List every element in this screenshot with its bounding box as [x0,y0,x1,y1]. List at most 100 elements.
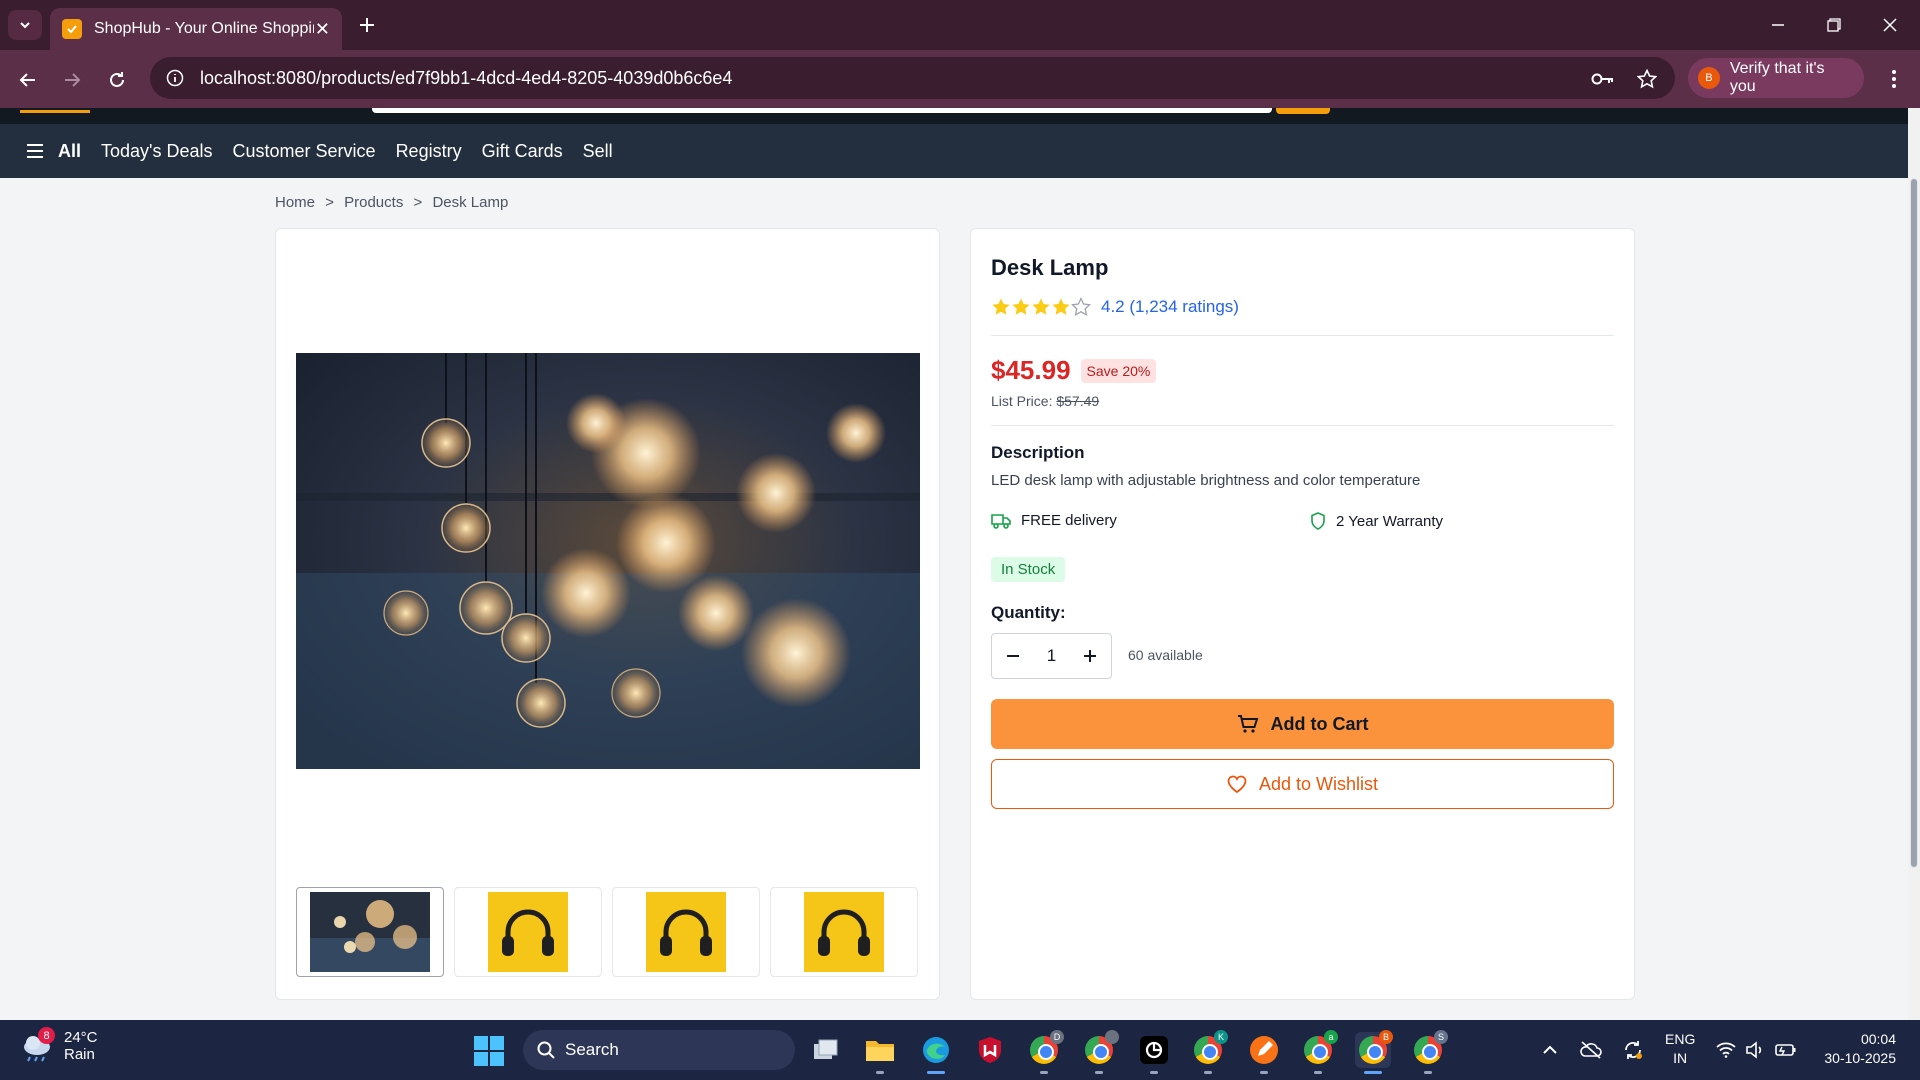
forward-button[interactable] [56,64,88,96]
chatgpt-icon[interactable] [1136,1032,1172,1074]
star-empty-icon [1071,297,1091,317]
chrome-profile-a-icon[interactable]: a [1300,1030,1338,1074]
headphones-image [646,892,726,972]
thumbnail-headphones[interactable] [770,887,918,977]
site-info-icon[interactable] [162,65,188,91]
profile-verify-chip[interactable]: B Verify that it's you [1688,58,1864,98]
arrow-left-icon [19,73,35,87]
back-button[interactable] [12,64,44,96]
chrome-badge: a [1324,1030,1338,1044]
chrome-badge: K [1214,1030,1228,1044]
profile-avatar: B [1698,67,1720,89]
battery-icon[interactable] [1775,1038,1797,1062]
delivery-label: FREE delivery [1021,512,1117,529]
running-indicator [1204,1071,1212,1074]
new-tab-button[interactable] [352,10,382,40]
task-view-icon[interactable] [808,1032,844,1068]
nav-customer-service[interactable]: Customer Service [233,141,376,162]
product-gallery [275,228,940,1000]
tab-title: ShopHub - Your Online Shopping [94,20,314,37]
nav-todays-deals[interactable]: Today's Deals [101,141,213,162]
file-explorer-icon[interactable] [862,1032,898,1074]
free-delivery-feature: FREE delivery [991,512,1117,529]
nav-registry[interactable]: Registry [396,141,462,162]
site-search-input-edge[interactable] [372,108,1272,113]
taskbar-search[interactable]: Search [523,1030,795,1070]
close-icon [1883,18,1897,32]
restore-icon [1827,18,1841,32]
windows-taskbar: 8 24°C Rain Search D K a B S ENG IN 00:0… [0,1020,1920,1080]
quantity-input[interactable]: 1 [1037,646,1067,666]
chrome-profile-b-icon[interactable]: B [1355,1030,1393,1074]
thumbnail-headphones[interactable] [454,887,602,977]
chrome-profile-d-icon[interactable]: D [1026,1030,1064,1074]
edge-icon[interactable] [918,1032,954,1074]
site-search-button-edge[interactable] [1276,108,1330,114]
running-indicator [1040,1071,1048,1074]
close-window-button[interactable] [1862,0,1918,50]
cloud-off-icon[interactable] [1580,1038,1602,1062]
chrome-profile-k-icon[interactable]: K [1190,1030,1228,1074]
chrome-profile-s-icon[interactable]: S [1410,1030,1448,1074]
password-key-icon[interactable] [1590,66,1616,92]
browser-tab-active[interactable]: ShopHub - Your Online Shopping ✕ [50,8,342,50]
mcafee-icon[interactable] [972,1032,1008,1068]
description-text: LED desk lamp with adjustable brightness… [991,472,1421,489]
stock-badge: In Stock [991,557,1066,582]
add-to-wishlist-button[interactable]: Add to Wishlist [991,759,1614,809]
star-full-icon [992,298,1010,315]
category-nav: All Today's Deals Customer Service Regis… [0,124,1908,178]
weather-widget[interactable]: 8 24°C Rain [20,1027,98,1063]
windows-start-button[interactable] [474,1036,504,1066]
browser-toolbar: localhost:8080/products/ed7f9bb1-4dcd-4e… [0,50,1920,108]
browser-menu-button[interactable] [1882,66,1906,92]
thumbnail-headphones[interactable] [612,887,760,977]
minimize-window-button[interactable] [1750,0,1806,50]
price-row: $45.99 Save 20% [991,355,1157,386]
decrease-quantity-button[interactable] [1002,645,1024,667]
sync-icon[interactable] [1622,1038,1644,1062]
language-indicator[interactable]: ENG IN [1665,1030,1695,1068]
nav-sell[interactable]: Sell [583,141,613,162]
breadcrumb-current: Desk Lamp [432,194,509,211]
product-title: Desk Lamp [991,255,1109,280]
page-scrollbar[interactable] [1908,108,1920,1020]
tab-search-button[interactable] [8,10,42,40]
increase-quantity-button[interactable] [1079,645,1101,667]
add-to-cart-button[interactable]: Add to Cart [991,699,1614,749]
breadcrumb-home[interactable]: Home [275,194,315,211]
page-viewport: All Today's Deals Customer Service Regis… [0,108,1908,1020]
hamburger-icon [26,143,44,159]
rating-link[interactable]: 4.2 (1,234 ratings) [1101,297,1239,317]
save-badge: Save 20% [1080,358,1157,383]
restore-window-button[interactable] [1806,0,1862,50]
breadcrumb-products[interactable]: Products [344,194,403,211]
running-indicator [1364,1071,1382,1074]
all-menu-button[interactable]: All [26,141,81,162]
scrollbar-thumb[interactable] [1910,178,1918,868]
list-price: List Price: $57.49 [991,393,1099,409]
volume-icon[interactable] [1745,1038,1765,1062]
system-clock[interactable]: 00:04 30-10-2025 [1816,1030,1896,1068]
wifi-icon[interactable] [1716,1038,1736,1062]
reload-button[interactable] [101,64,133,96]
logo-edge [20,110,90,113]
address-bar[interactable]: localhost:8080/products/ed7f9bb1-4dcd-4e… [150,57,1675,99]
search-icon [537,1041,555,1059]
minimize-icon [1772,24,1784,26]
running-indicator [1150,1071,1158,1074]
product-main-image[interactable] [296,353,920,769]
pen-app-icon[interactable] [1246,1032,1282,1074]
truck-icon [991,513,1011,529]
bookmark-star-icon[interactable] [1634,66,1660,92]
thumbnail-pendant-bulbs[interactable] [296,887,444,977]
show-hidden-icons-chevron-up-icon[interactable] [1542,1038,1558,1062]
chevron-down-icon [20,22,30,29]
list-price-label: List Price: [991,393,1053,409]
available-count: 60 available [1128,647,1203,663]
running-indicator [1095,1071,1103,1074]
nav-gift-cards[interactable]: Gift Cards [482,141,563,162]
close-tab-icon[interactable]: ✕ [315,19,330,40]
chrome-profile-icon[interactable] [1081,1030,1119,1074]
weather-condition: Rain [64,1046,95,1063]
